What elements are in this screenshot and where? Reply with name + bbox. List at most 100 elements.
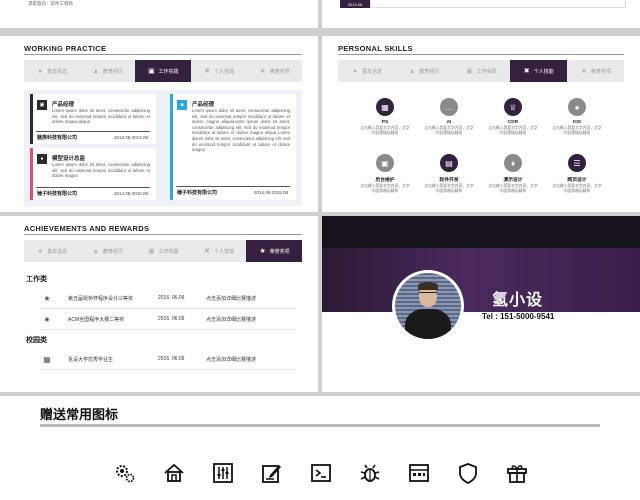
trophy-icon: ★ xyxy=(580,68,588,75)
award-desc: 点击添加详细比赛描述 xyxy=(206,316,257,323)
job-title: 产品经理 xyxy=(52,102,75,108)
working-practice-panel: WORKING PRACTICE ● 基本信息 ▲ 教育经历 ▣ 工作实践 ✖ 个人技能… xyxy=(0,36,318,212)
graduation-cap-icon: ▲ xyxy=(92,247,100,255)
profile-name: 氢小设 xyxy=(492,292,544,309)
briefcase-icon: ▣ xyxy=(466,68,473,75)
award-date: 2016. 06.09 xyxy=(158,356,185,362)
job-divider xyxy=(176,186,290,187)
skill-desc: 点击输入简要文字内容，文字内容需概括精炼 xyxy=(552,126,602,135)
trophy-icon: ★ xyxy=(43,314,51,324)
section-title: ACHIEVEMENTS AND REWARDS xyxy=(24,224,150,233)
tab-education[interactable]: ▲ 教育经历 xyxy=(395,60,452,82)
skill-name: AI xyxy=(446,120,452,125)
job-card-1[interactable]: ▣ 产品经理 Lorem ipsum dolor sit amet, conse… xyxy=(30,94,156,144)
job-company: 锤子科技有限公司 xyxy=(37,191,78,197)
skill-desc: 点击输入简要文字内容，文字内容需概括精炼 xyxy=(424,126,474,135)
tab-skills[interactable]: ✖ 个人技能 xyxy=(509,60,567,82)
gears-icon xyxy=(114,462,136,484)
skill-item: ♕ CDR 点击输入简要文字内容，文字内容需概括精炼 xyxy=(488,98,538,136)
tools-icon: ✖ xyxy=(204,68,210,75)
graduation-cap-icon: ▲ xyxy=(92,67,100,75)
skill-item: ▣ 后台维护 点击输入简要文字内容，文字内容需概括精炼 xyxy=(360,154,410,194)
edit-icon xyxy=(261,462,283,484)
section-tabs: ● 基本信息 ▲ 教育经历 ▣ 工作实践 ✖ 个人技能 ★ 荣誉奖项 xyxy=(338,60,624,82)
award-row[interactable]: ▦ 氢设大学优秀毕业生 2016. 06.09 点击添加详细比赛描述 xyxy=(26,352,296,366)
section-divider xyxy=(24,234,302,235)
apple-icon: ● xyxy=(568,98,586,116)
tab-work-practice[interactable]: ▣ 工作实践 xyxy=(135,60,191,82)
work-area: ▣ 产品经理 Lorem ipsum dolor sit amet, conse… xyxy=(24,90,302,206)
tab-education[interactable]: ▲ 教育经历 xyxy=(80,60,136,82)
job-divider xyxy=(36,187,150,188)
achievements-panel: ACHIEVEMENTS AND REWARDS ● 基本信息 ▲ 教育经历 ▣ 工作… xyxy=(0,216,318,392)
section-tabs: ● 基本信息 ▲ 教育经历 ▣ 工作实践 ✖ 个人技能 ★ 荣誉奖项 xyxy=(24,240,302,262)
terminal-icon xyxy=(310,462,332,484)
skill-desc: 点击输入简要文字内容，文字内容需概括精炼 xyxy=(360,184,410,193)
avatar xyxy=(392,270,464,342)
job-company: 魅族科技有限公司 xyxy=(37,135,78,141)
tab-awards[interactable]: ★ 荣誉奖项 xyxy=(246,60,302,82)
job-card-2[interactable]: ● 模型设计总监 Lorem ipsum dolor sit amet, con… xyxy=(30,148,156,200)
skill-name: 网页设计 xyxy=(567,178,587,183)
top-right-strip: 2014.06 xyxy=(322,0,640,28)
panel-icon xyxy=(408,462,430,484)
job-date: 2014.06-2015.08 xyxy=(113,191,148,196)
job-divider xyxy=(36,131,150,132)
tab-basic-info[interactable]: ● 基本信息 xyxy=(338,60,395,82)
icons-panel: 赠送常用图标 xyxy=(0,396,640,500)
icons-row xyxy=(114,462,528,484)
award-name: 氢设大学优秀毕业生 xyxy=(68,356,114,363)
tab-basic-info[interactable]: ● 基本信息 xyxy=(24,60,80,82)
shield-icon xyxy=(457,462,479,484)
briefcase-icon: ▣ xyxy=(37,100,47,110)
avatar-glasses xyxy=(419,292,437,296)
section-title: WORKING PRACTICE xyxy=(24,44,107,53)
user-icon: ● xyxy=(38,247,43,255)
job-color-bar xyxy=(30,148,33,200)
job-card-3[interactable]: ■ 产品经理 Lorem ipsum dolor sit amet, conse… xyxy=(170,94,296,200)
profile-panel: 氢小设 Tel : 151-5000-9541 xyxy=(322,216,640,392)
job-intention-text: 求职意向：软件工程师 xyxy=(28,1,73,6)
top-left-strip: 求职意向：软件工程师 xyxy=(0,0,318,28)
award-date: 2016. 06.09 xyxy=(158,316,185,322)
tab-basic-info[interactable]: ● 基本信息 xyxy=(24,240,80,262)
award-row[interactable]: ★ ACM全国程序大赛二等奖 2016. 06.09 点击添加详细比赛描述 xyxy=(26,312,296,326)
award-row[interactable]: ★ 第五届昆桥杯程序设计三等奖 2016. 06.09 点击添加详细比赛描述 xyxy=(26,291,296,305)
education-box xyxy=(370,0,626,8)
category-school: 校园类 xyxy=(26,337,47,344)
award-name: ACM全国程序大赛二等奖 xyxy=(68,316,125,323)
tab-work-practice[interactable]: ▣ 工作实践 xyxy=(452,60,509,82)
tab-work-practice[interactable]: ▣ 工作实践 xyxy=(135,240,191,262)
equalizer-icon xyxy=(212,462,234,484)
education-date-badge: 2014.06 xyxy=(340,0,370,8)
icons-divider xyxy=(40,424,600,427)
skill-desc: 点击输入简要文字内容，文字内容需概括精炼 xyxy=(488,126,538,135)
tab-awards[interactable]: ★ 荣誉奖项 xyxy=(567,60,624,82)
tab-skills[interactable]: ✖ 个人技能 xyxy=(191,240,247,262)
building-icon: ▦ xyxy=(43,354,51,364)
chat-icon: … xyxy=(440,98,458,116)
bag-icon: ▣ xyxy=(376,154,394,172)
tab-awards[interactable]: ★ 荣誉奖项 xyxy=(246,240,302,262)
skill-desc: 点击输入简要文字内容，文字内容需概括精炼 xyxy=(424,184,474,193)
tools-icon: ✖ xyxy=(204,248,210,255)
trophy-icon: ★ xyxy=(43,293,51,303)
user-icon: ● xyxy=(352,67,358,75)
job-date: 2014.06-2015.08 xyxy=(253,190,288,195)
tab-education[interactable]: ▲ 教育经历 xyxy=(80,240,136,262)
job-description: Lorem ipsum dolor sit amet, consectetur … xyxy=(52,162,150,179)
skill-item: ▤ 软件开发 点击输入简要文字内容，文字内容需概括精炼 xyxy=(424,154,474,194)
gift-icon xyxy=(506,462,528,484)
graduation-cap-icon: ▲ xyxy=(408,67,416,75)
tab-skills[interactable]: ✖ 个人技能 xyxy=(191,60,247,82)
avatar-icon: ● xyxy=(37,154,47,164)
job-company: 锤子科技有限公司 xyxy=(177,190,218,196)
job-date: 2013.06-2013.08 xyxy=(113,135,148,140)
job-color-bar xyxy=(170,94,173,200)
job-description: Lorem ipsum dolor sit amet, consectetur … xyxy=(52,108,150,125)
trophy-icon: ★ xyxy=(259,68,266,75)
row-divider xyxy=(40,308,296,309)
avatar-body xyxy=(405,309,451,339)
skill-item: ● IOS 点击输入简要文字内容，文字内容需概括精炼 xyxy=(552,98,602,136)
skill-name: CDR xyxy=(507,120,519,125)
